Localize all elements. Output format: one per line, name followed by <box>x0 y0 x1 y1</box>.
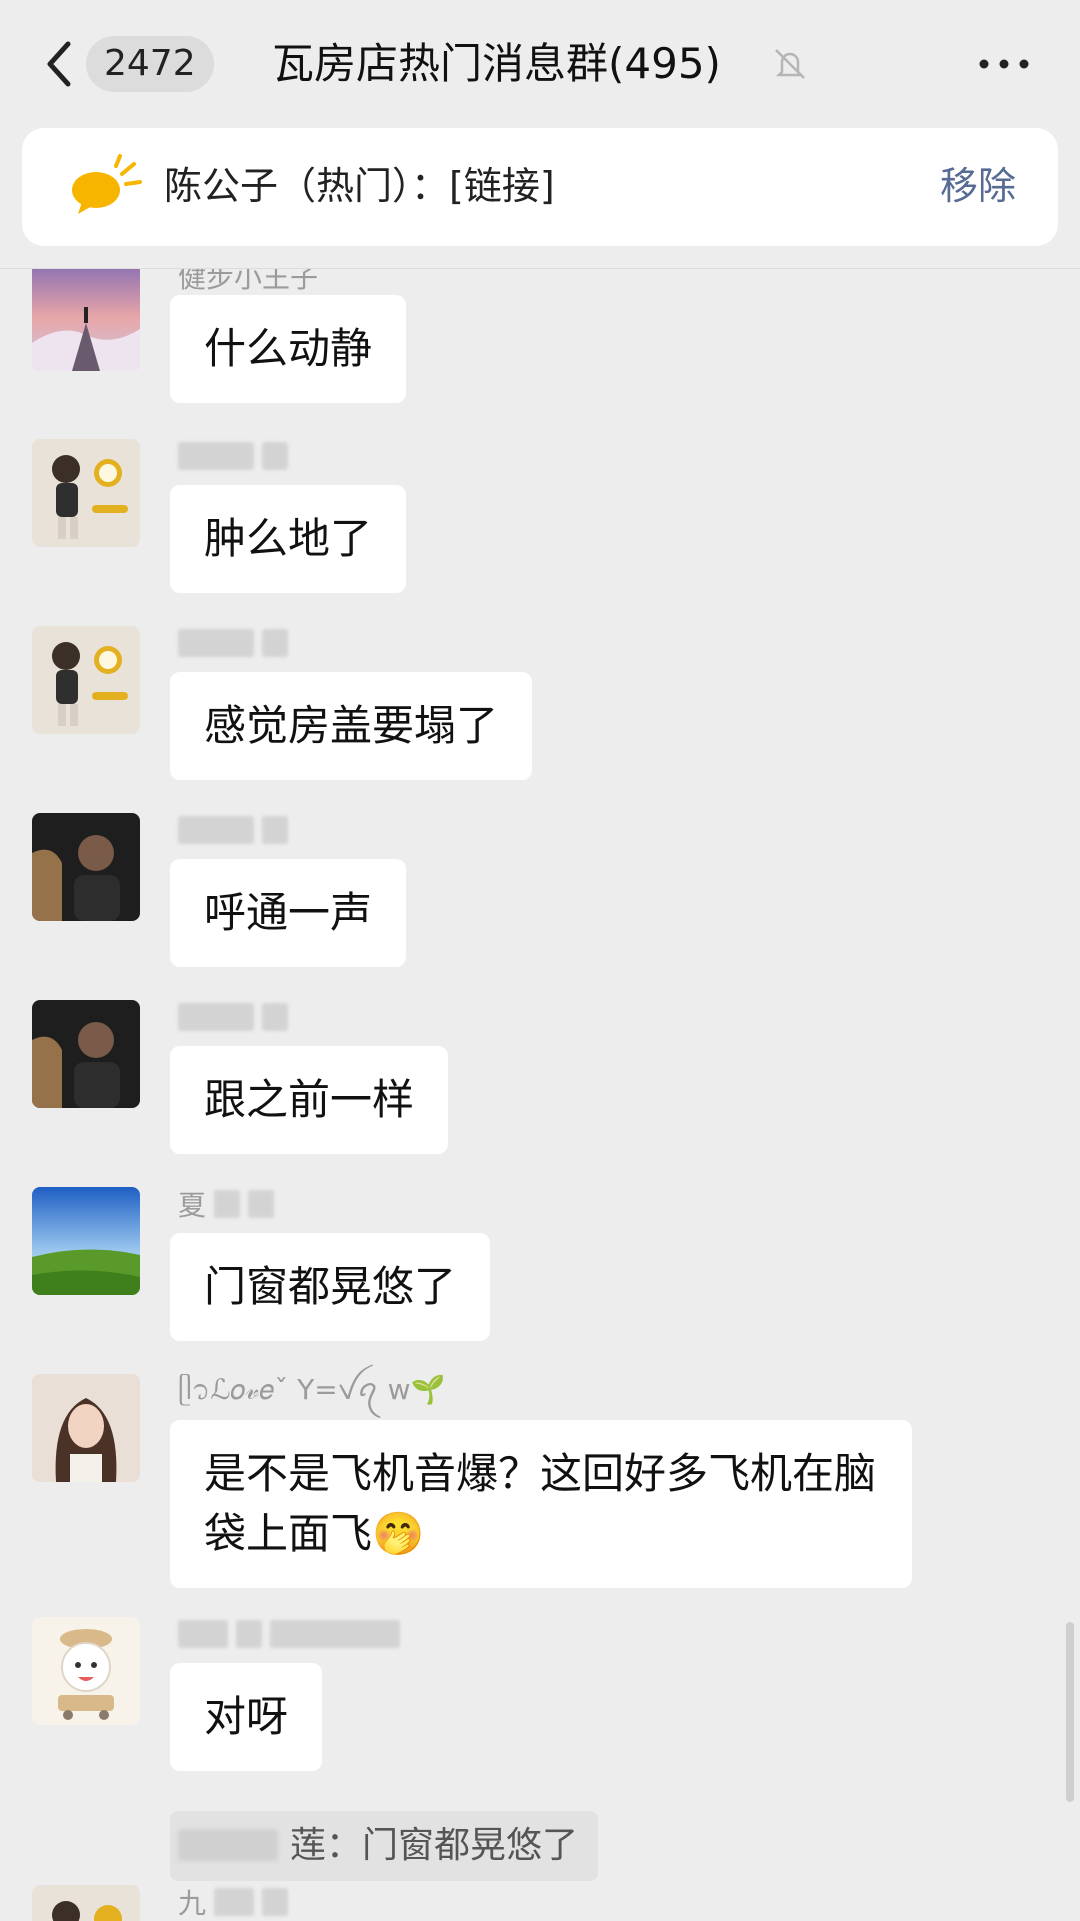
avatar[interactable] <box>32 1000 140 1108</box>
message-bubble[interactable]: 是不是飞机音爆？这回好多飞机在脑袋上面飞🤭 <box>170 1420 912 1588</box>
unread-count-badge[interactable]: 2472 <box>86 36 214 92</box>
nickname <box>178 1000 288 1034</box>
bell-off-icon <box>775 49 805 79</box>
nickname <box>178 1617 400 1651</box>
avatar[interactable] <box>32 269 140 371</box>
nickname <box>178 813 288 847</box>
message-bubble[interactable]: 呼通一声 <box>170 859 407 967</box>
avatar[interactable] <box>32 626 140 734</box>
nickname: 夏 <box>178 1187 275 1222</box>
quoted-text: 莲：门窗都晃悠了 <box>290 1825 579 1866</box>
avatar[interactable] <box>32 813 140 921</box>
avatar[interactable] <box>32 439 140 547</box>
avatar[interactable] <box>32 1885 140 1921</box>
group-title: 瓦房店热门消息群(495) <box>272 39 721 88</box>
message-bubble[interactable]: 肿么地了 <box>170 485 407 593</box>
message-bubble[interactable]: 门窗都晃悠了 <box>170 1233 491 1341</box>
more-dots-icon[interactable] <box>976 50 1032 78</box>
avatar[interactable] <box>32 1617 140 1725</box>
chevron-left-icon[interactable] <box>40 36 80 92</box>
scrollbar[interactable] <box>1066 1622 1074 1802</box>
message-bubble[interactable]: 对呀 <box>170 1663 323 1771</box>
nickname: 健步小王子 <box>178 269 319 294</box>
quoted-author <box>178 1829 278 1861</box>
message-list[interactable]: 健步小王子 什么动静 肿么地了 感觉房盖要塌了 呼通一声 跟之前一样 夏 门窗都… <box>0 269 1080 1921</box>
nickname <box>178 439 288 473</box>
nickname <box>178 626 288 660</box>
pinned-notice[interactable]: 陈公子（热门）：[链接] 移除 <box>22 128 1058 246</box>
message-bubble[interactable]: 跟之前一样 <box>170 1046 449 1154</box>
chat-header: 2472 瓦房店热门消息群(495) <box>0 0 1080 128</box>
avatar[interactable] <box>32 1187 140 1295</box>
pinned-text: 陈公子（热门）：[链接] <box>164 164 555 208</box>
remove-button[interactable]: 移除 <box>940 158 1016 214</box>
message-bubble[interactable]: 什么动静 <box>170 295 407 403</box>
nickname: ᥫ᭡ℒ𝑜𝓋𝑒ˇ Y=ꪜꪖ w🌱 <box>178 1372 446 1406</box>
avatar[interactable] <box>32 1374 140 1482</box>
megaphone-icon <box>72 154 142 214</box>
message-bubble[interactable]: 感觉房盖要塌了 <box>170 672 533 780</box>
quoted-message[interactable]: 莲：门窗都晃悠了 <box>170 1811 599 1881</box>
nickname: 九 <box>178 1885 289 1920</box>
